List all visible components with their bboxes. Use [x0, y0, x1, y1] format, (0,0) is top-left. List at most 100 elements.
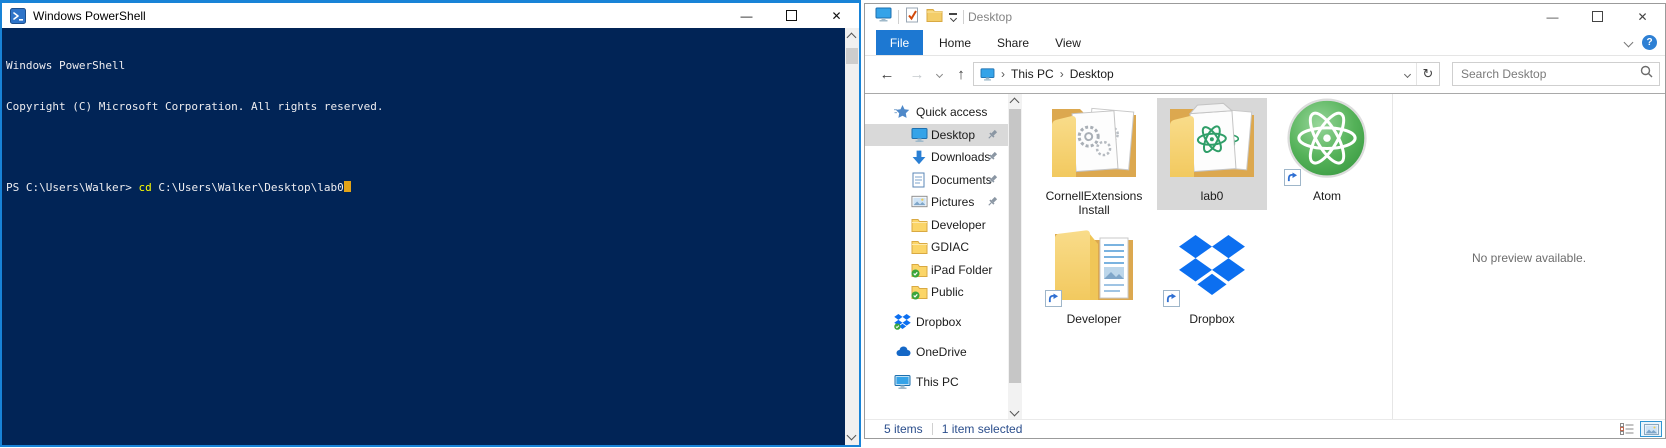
minimize-button[interactable]: —	[724, 3, 769, 28]
chevron-down-icon	[935, 70, 942, 77]
shortcut-arrow-icon	[1163, 290, 1180, 307]
toolbar-separator	[898, 10, 899, 24]
navigation-bar: ← → ↑ › This PC › Desktop ↻	[865, 55, 1665, 94]
address-bar[interactable]: › This PC › Desktop ↻	[973, 62, 1440, 86]
scroll-down-icon[interactable]	[847, 431, 857, 441]
chevron-down-icon	[1403, 70, 1410, 77]
breadcrumb-separator: ›	[1001, 67, 1005, 81]
breadcrumb-separator: ›	[1060, 67, 1064, 81]
console-cursor	[344, 181, 351, 192]
sidebar-item-pictures[interactable]: Pictures	[865, 191, 1008, 214]
sidebar-item-dropbox[interactable]: Dropbox	[865, 311, 1008, 334]
back-button[interactable]: ←	[875, 55, 899, 93]
forward-button[interactable]: →	[905, 55, 929, 93]
file-label: CornellExtensionsInstall	[1039, 189, 1149, 217]
toolbar-separator	[963, 10, 964, 24]
details-view-button[interactable]	[1616, 421, 1638, 437]
scroll-down-icon[interactable]	[1010, 407, 1020, 417]
help-icon[interactable]: ?	[1642, 35, 1657, 50]
search-box	[1452, 62, 1660, 86]
sidebar-item-quick-access[interactable]: Quick access	[865, 101, 1008, 124]
explorer-titlebar: Desktop — ✕	[865, 4, 1665, 30]
sidebar-item-ipad-folder[interactable]: iPad Folder	[865, 259, 1008, 282]
close-button[interactable]: ✕	[1620, 4, 1665, 29]
sidebar-item-developer[interactable]: Developer	[865, 214, 1008, 237]
scroll-up-icon[interactable]	[847, 33, 857, 43]
preview-message: No preview available.	[1393, 251, 1665, 265]
ribbon-tab-bar: File Home Share View ?	[865, 30, 1665, 56]
pin-icon	[986, 195, 999, 211]
file-label: Atom	[1272, 189, 1382, 203]
console-command: cd	[138, 181, 151, 194]
location-icon	[980, 68, 995, 81]
maximize-button[interactable]	[769, 3, 814, 28]
shortcut-arrow-icon	[1045, 290, 1062, 307]
expand-ribbon-icon[interactable]	[1624, 38, 1634, 48]
address-dropdown-button[interactable]	[1398, 63, 1416, 85]
customize-toolbar-button[interactable]	[949, 13, 957, 21]
sidebar-item-gdiac[interactable]: GDIAC	[865, 236, 1008, 259]
minimize-button[interactable]: —	[1530, 4, 1575, 29]
maximize-icon	[1592, 11, 1603, 22]
sidebar-label: GDIAC	[931, 240, 969, 254]
recent-locations-button[interactable]	[932, 55, 946, 93]
sidebar-label: iPad Folder	[931, 263, 992, 277]
sidebar-label: Public	[931, 285, 964, 299]
breadcrumb-desktop[interactable]: Desktop	[1070, 67, 1114, 81]
search-input[interactable]	[1453, 67, 1640, 81]
sidebar-item-downloads[interactable]: Downloads	[865, 146, 1008, 169]
sidebar-item-this-pc[interactable]: This PC	[865, 371, 1008, 394]
tab-home[interactable]: Home	[929, 30, 981, 55]
close-button[interactable]: ✕	[814, 3, 859, 28]
powershell-scrollbar[interactable]	[845, 28, 859, 445]
sidebar-label: Dropbox	[916, 315, 961, 329]
folder-gears-icon	[1047, 96, 1141, 189]
sidebar-scrollbar[interactable]	[1008, 94, 1022, 420]
sidebar-label: Downloads	[931, 150, 990, 164]
tab-share[interactable]: Share	[987, 30, 1039, 55]
this-pc-icon	[875, 7, 892, 27]
preview-pane: No preview available.	[1393, 94, 1665, 420]
file-atom[interactable]: Atom	[1272, 98, 1382, 203]
sidebar-item-documents[interactable]: Documents	[865, 169, 1008, 192]
sidebar-label: Developer	[931, 218, 986, 232]
item-count: 5 items	[884, 422, 923, 436]
chevron-down-icon	[949, 15, 956, 22]
large-icons-view-button[interactable]	[1640, 421, 1662, 437]
scrollbar-thumb[interactable]	[846, 48, 858, 64]
file-developer[interactable]: Developer	[1039, 226, 1149, 326]
tab-file[interactable]: File	[876, 30, 923, 55]
sidebar-item-onedrive[interactable]: OneDrive	[865, 341, 1008, 364]
pin-icon	[986, 150, 999, 166]
sidebar-label: Quick access	[916, 105, 987, 119]
picture-icon	[911, 194, 928, 211]
status-divider	[932, 423, 933, 435]
download-arrow-icon	[911, 149, 928, 166]
sidebar-item-desktop[interactable]: Desktop	[865, 124, 1008, 147]
breadcrumb-this-pc[interactable]: This PC	[1011, 67, 1054, 81]
sidebar-label: OneDrive	[916, 345, 967, 359]
tab-view[interactable]: View	[1042, 30, 1094, 55]
powershell-window-title: Windows PowerShell	[33, 9, 146, 23]
scroll-up-icon[interactable]	[1010, 98, 1020, 108]
up-button[interactable]: ↑	[949, 55, 973, 93]
properties-button[interactable]	[905, 7, 920, 28]
refresh-button[interactable]: ↻	[1416, 63, 1439, 85]
sidebar-item-public[interactable]: Public	[865, 281, 1008, 304]
dropbox-logo-icon	[1178, 234, 1246, 301]
file-lab0[interactable]: lab0	[1157, 98, 1267, 210]
powershell-console[interactable]: Windows PowerShell Copyright (C) Microso…	[2, 28, 845, 445]
sidebar-label: Pictures	[931, 195, 974, 209]
maximize-button[interactable]	[1575, 4, 1620, 29]
explorer-content: Quick access Desktop Downloads	[865, 94, 1665, 420]
folder-icon	[911, 217, 928, 234]
explorer-window: Desktop — ✕ File Home Share View ? ← → ↑…	[864, 3, 1666, 439]
file-dropbox[interactable]: Dropbox	[1157, 226, 1267, 326]
scrollbar-thumb[interactable]	[1009, 109, 1021, 383]
search-icon[interactable]	[1640, 65, 1653, 83]
folder-documents-icon	[1050, 225, 1138, 310]
powershell-window: Windows PowerShell — ✕ Windows PowerShel…	[0, 0, 861, 447]
quick-access-toolbar	[875, 7, 964, 28]
new-folder-button[interactable]	[926, 7, 943, 27]
file-cornellextensionsinstall[interactable]: CornellExtensionsInstall	[1039, 98, 1149, 217]
